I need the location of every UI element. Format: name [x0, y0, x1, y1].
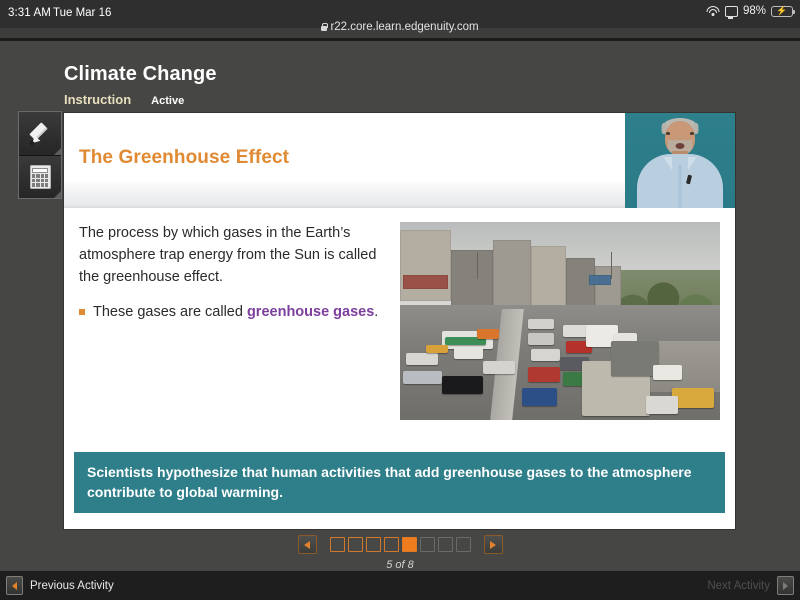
city-traffic-jam-photo — [400, 222, 720, 420]
slide-dot-4[interactable] — [383, 537, 399, 552]
screen-mirroring-icon — [724, 5, 738, 19]
lesson-page: Climate Change Instruction Active The Gr… — [0, 41, 800, 571]
arrow-left-icon — [304, 540, 310, 549]
lock-icon — [321, 23, 329, 31]
next-activity-label: Next Activity — [707, 579, 770, 592]
lesson-slide: The Greenhouse Effect The process by whi… — [64, 113, 735, 529]
calculator-tool[interactable] — [19, 155, 61, 198]
pencil-icon — [27, 121, 53, 147]
url-field[interactable]: r22.core.learn.edgenuity.com — [321, 21, 479, 38]
highlighter-tool[interactable] — [19, 112, 61, 155]
slide-pagination: 5 of 8 — [0, 535, 800, 571]
battery-percent-label: 98% — [742, 5, 766, 17]
slide-header: The Greenhouse Effect — [64, 113, 735, 208]
activity-nav-bar: Previous Activity Next Activity — [0, 571, 800, 600]
next-slide-button[interactable] — [483, 535, 503, 554]
previous-slide-button[interactable] — [297, 535, 317, 554]
status-bar-time: 3:31 AM — [8, 7, 51, 19]
slide-paragraph: The process by which gases in the Earth’… — [79, 225, 377, 285]
slide-banner-wrap: Scientists hypothesize that human activi… — [64, 452, 735, 529]
slide-text-column: The process by which gases in the Earth’… — [79, 222, 399, 323]
tab-active[interactable]: Active — [151, 95, 184, 107]
slide-bullet: These gases are called greenhouse gases. — [79, 301, 399, 323]
pagination-label: 5 of 8 — [386, 559, 414, 571]
lesson-tabs: Instruction Active — [64, 92, 184, 107]
slide-heading: The Greenhouse Effect — [79, 147, 290, 168]
arrow-left-icon — [12, 581, 17, 590]
next-activity-button: Next Activity — [707, 576, 794, 595]
slide-dots — [329, 537, 471, 552]
status-bar-date: Tue Mar 16 — [53, 7, 112, 19]
previous-activity-button[interactable]: Previous Activity — [6, 576, 114, 595]
wifi-icon — [706, 5, 720, 17]
pagination-row — [297, 535, 503, 554]
ipad-screen: 3:31 AM Tue Mar 16 98% ⚡ r22.core.learn.… — [0, 0, 800, 600]
status-bar-indicators: 98% ⚡ — [706, 5, 796, 19]
slide-dot-2[interactable] — [347, 537, 363, 552]
slide-dot-3[interactable] — [365, 537, 381, 552]
bullet-lead: These gases are called — [93, 304, 247, 320]
slide-dot-5[interactable] — [401, 537, 417, 552]
arrow-right-icon — [783, 581, 788, 590]
instructor-video[interactable] — [625, 113, 735, 208]
previous-activity-label: Previous Activity — [30, 579, 114, 592]
tool-rail — [18, 111, 62, 199]
url-text: r22.core.learn.edgenuity.com — [330, 21, 479, 33]
bullet-marker-icon — [79, 309, 85, 315]
slide-dot-7[interactable] — [437, 537, 453, 552]
arrow-right-icon — [490, 540, 496, 549]
page-title: Climate Change — [64, 63, 217, 85]
status-banner: Scientists hypothesize that human activi… — [74, 452, 725, 513]
slide-dot-1[interactable] — [329, 537, 345, 552]
calculator-icon — [29, 165, 51, 189]
previous-activity-arrow-button[interactable] — [6, 576, 23, 595]
bullet-trail: . — [374, 304, 379, 320]
slide-dot-6[interactable] — [419, 537, 435, 552]
tab-instruction[interactable]: Instruction — [64, 92, 131, 107]
slide-body: The process by which gases in the Earth’… — [64, 208, 735, 420]
slide-dot-8[interactable] — [455, 537, 471, 552]
banner-text: Scientists hypothesize that human activi… — [87, 464, 692, 500]
battery-charging-icon: ⚡ — [771, 5, 796, 17]
slide-bullet-text: These gases are called greenhouse gases. — [93, 301, 378, 323]
next-activity-arrow-button — [777, 576, 794, 595]
bullet-emphasis: greenhouse gases — [246, 304, 375, 320]
